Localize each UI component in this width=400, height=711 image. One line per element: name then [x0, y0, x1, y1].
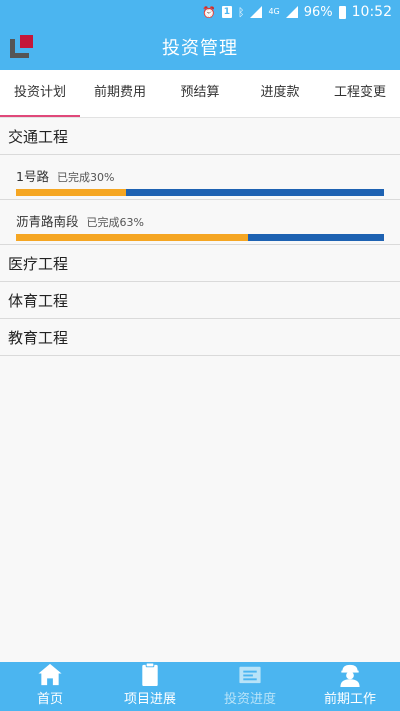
- progress-bar: [16, 234, 384, 241]
- project-status: 已完成30%: [56, 171, 115, 184]
- progress-bar-fill: [16, 234, 248, 241]
- app-logo-icon: [10, 35, 34, 59]
- project-item[interactable]: 沥青路南段 已完成63%: [0, 200, 400, 245]
- bottom-nav: 首页 项目进展 投资进度 前期工作: [0, 662, 400, 711]
- bluetooth-icon: ᛒ: [237, 5, 245, 19]
- page-title: 投资管理: [162, 38, 238, 59]
- app-bar: 投资管理: [0, 24, 400, 70]
- sim-icon: 1: [221, 6, 232, 18]
- nav-project-progress[interactable]: 项目进展: [100, 662, 200, 711]
- tab-progress-payment[interactable]: 进度款: [240, 70, 320, 117]
- project-item[interactable]: 1号路 已完成30%: [0, 155, 400, 200]
- network-type: 4G: [268, 7, 280, 16]
- category-label: 教育工程: [8, 328, 69, 347]
- nav-investment-progress[interactable]: 投资进度: [200, 662, 300, 711]
- tab-preliminary-cost[interactable]: 前期费用: [80, 70, 160, 117]
- nav-home[interactable]: 首页: [0, 662, 100, 711]
- category-sports[interactable]: 体育工程: [0, 282, 400, 319]
- progress-bar: [16, 189, 384, 196]
- worker-icon: [340, 664, 360, 687]
- clipboard-icon: [142, 662, 158, 687]
- category-education[interactable]: 教育工程: [0, 319, 400, 356]
- tab-engineering-change[interactable]: 工程变更: [320, 70, 400, 117]
- category-label: 交通工程: [8, 127, 69, 146]
- category-label: 医疗工程: [8, 254, 69, 273]
- home-icon: [38, 663, 62, 686]
- project-name: 沥青路南段: [16, 214, 79, 229]
- alarm-icon: ⏰: [202, 5, 216, 19]
- battery-icon: [338, 5, 346, 19]
- status-bar: ⏰ 1 ᛒ 4G 96% 10:52: [0, 0, 400, 24]
- category-traffic[interactable]: 交通工程: [0, 118, 400, 155]
- nav-label: 项目进展: [123, 692, 176, 707]
- progress-bar-fill: [16, 189, 127, 196]
- tab-settlement[interactable]: 预结算: [160, 70, 240, 117]
- category-medical[interactable]: 医疗工程: [0, 245, 400, 282]
- cell-signal-icon: [285, 6, 298, 18]
- clock: 10:52: [351, 4, 392, 20]
- nav-preliminary-work[interactable]: 前期工作: [300, 662, 400, 711]
- nav-label: 首页: [36, 692, 63, 707]
- project-name: 1号路: [16, 169, 49, 184]
- nav-label: 投资进度: [223, 692, 276, 707]
- battery-percent: 96%: [303, 4, 333, 20]
- tab-bar: 投资计划 前期费用 预结算 进度款 工程变更: [0, 70, 400, 118]
- project-status: 已完成63%: [86, 216, 144, 229]
- tab-investment-plan[interactable]: 投资计划: [0, 70, 80, 117]
- document-icon: [239, 666, 261, 684]
- category-label: 体育工程: [8, 291, 69, 310]
- wifi-signal-icon: [250, 6, 263, 18]
- nav-label: 前期工作: [323, 692, 376, 707]
- project-list: 交通工程 1号路 已完成30% 沥青路南段 已完成63% 医疗工程 体育工程 教…: [0, 118, 400, 356]
